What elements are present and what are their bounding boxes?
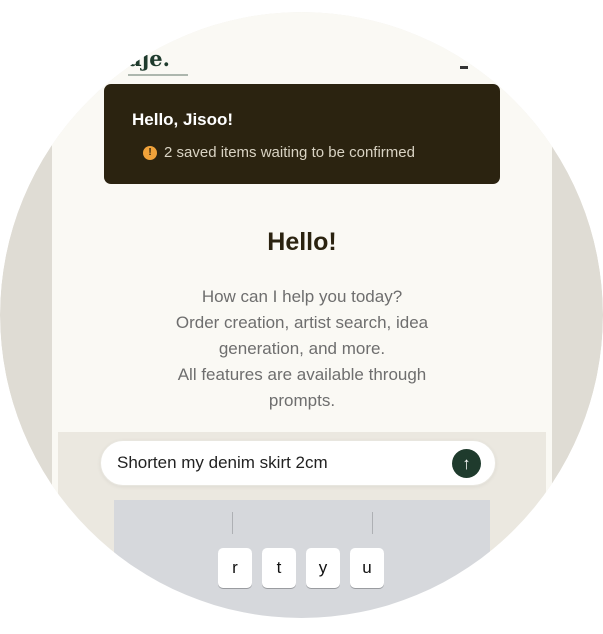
suggestion-divider [372, 512, 373, 534]
on-screen-keyboard: r t y u [114, 500, 490, 620]
saved-items-notice[interactable]: ! 2 saved items waiting to be confirmed [143, 144, 415, 161]
logo-tagline [128, 74, 188, 76]
prompt-bar: ↑ [100, 440, 496, 486]
intro-line: All features are available through [177, 365, 427, 384]
notice-text: 2 saved items waiting to be confirmed [164, 144, 415, 161]
greeting-banner[interactable]: Hello, Jisoo! ! 2 saved items waiting to… [104, 84, 500, 184]
page-heading: Hello! [267, 228, 337, 256]
intro-line: How can I help you today? [201, 287, 403, 306]
key-r[interactable]: r [218, 548, 252, 588]
send-button[interactable]: ↑ [452, 449, 481, 478]
key-u[interactable]: u [350, 548, 384, 588]
intro-line: generation, and more. [218, 339, 386, 358]
suggestion-divider [232, 512, 233, 534]
intro-line: Order creation, artist search, idea [175, 313, 429, 332]
exclamation-circle-icon: ! [143, 145, 157, 160]
arrow-up-icon: ↑ [462, 454, 471, 473]
intro-line: prompts. [268, 391, 336, 410]
greeting-title: Hello, Jisoo! [132, 110, 234, 129]
prompt-input[interactable] [117, 441, 437, 485]
intro-text: How can I help you today? Order creation… [140, 284, 464, 414]
key-t[interactable]: t [262, 548, 296, 588]
app-logo[interactable]: aje. [128, 46, 170, 71]
menu-icon[interactable] [460, 66, 468, 69]
key-y[interactable]: y [306, 548, 340, 588]
